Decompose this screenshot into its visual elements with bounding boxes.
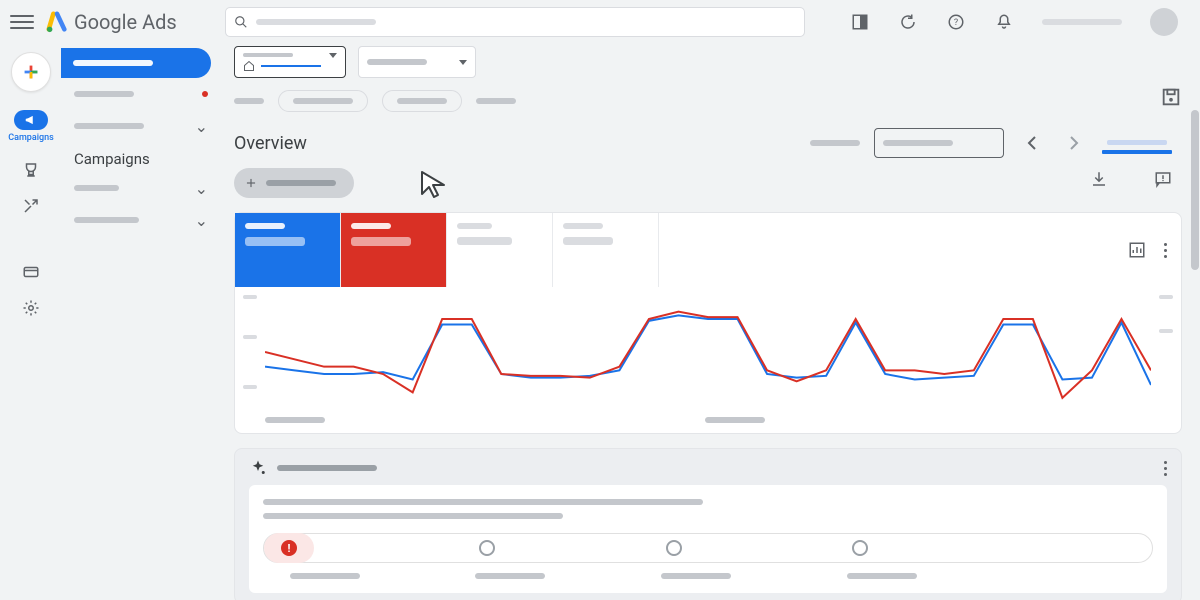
- hamburger-menu-icon[interactable]: [10, 15, 34, 29]
- feedback-icon[interactable]: [1154, 170, 1172, 188]
- main-content: Overview: [220, 44, 1200, 600]
- chip-label: [476, 98, 516, 104]
- filter-chips: [234, 90, 1200, 112]
- recommendation-text: [263, 499, 703, 505]
- subnav-item[interactable]: [62, 78, 220, 110]
- date-label: [810, 140, 860, 146]
- filter-chip[interactable]: [382, 90, 462, 112]
- step[interactable]: [477, 540, 497, 556]
- step-label: [290, 573, 360, 579]
- chip-label: [234, 98, 264, 104]
- chevron-down-icon: ⌄: [195, 117, 208, 136]
- date-range-selector[interactable]: [874, 128, 1004, 158]
- metric-tab-2[interactable]: [341, 213, 447, 287]
- subnav-item[interactable]: ⌄: [62, 110, 220, 142]
- metric-tab-4[interactable]: [553, 213, 659, 287]
- metric-tab-1[interactable]: [235, 213, 341, 287]
- more-menu-icon[interactable]: [1164, 243, 1167, 258]
- sparkle-icon: [249, 459, 267, 477]
- help-icon[interactable]: ?: [946, 12, 966, 32]
- step-label: [475, 573, 545, 579]
- chevron-down-icon: ⌄: [195, 211, 208, 230]
- progress-stepper: !: [263, 533, 1153, 563]
- chevron-down-icon: [459, 60, 467, 65]
- step[interactable]: [664, 540, 684, 556]
- recommendation-text: [263, 513, 563, 519]
- sub-nav: ⌄ Campaigns ⌄ ⌄: [62, 44, 220, 600]
- step[interactable]: [850, 540, 870, 556]
- tools-icon: [22, 197, 40, 215]
- date-prev-button[interactable]: [1018, 129, 1046, 157]
- add-filter-button[interactable]: [234, 168, 354, 198]
- search-icon: [234, 15, 248, 29]
- top-bar: Google Ads ?: [0, 0, 1200, 44]
- subnav-section-title: Campaigns: [62, 142, 220, 172]
- subnav-active-item[interactable]: [61, 48, 211, 78]
- save-icon[interactable]: [1160, 86, 1182, 108]
- card-icon: [22, 263, 40, 281]
- search-placeholder: [256, 19, 376, 25]
- brand-name: Google Ads: [74, 10, 177, 34]
- step-active[interactable]: !: [264, 533, 314, 563]
- rail-goals[interactable]: [22, 161, 40, 179]
- plus-icon: [244, 176, 258, 190]
- alert-icon: !: [281, 540, 297, 556]
- avatar[interactable]: [1150, 8, 1178, 36]
- scope-selector[interactable]: [358, 46, 476, 78]
- recommendation-card: !: [234, 448, 1182, 600]
- appearance-icon[interactable]: [850, 12, 870, 32]
- rail-campaigns-label: Campaigns: [8, 133, 54, 143]
- create-button[interactable]: [11, 52, 51, 92]
- search-input[interactable]: [225, 7, 805, 37]
- ads-logo-icon: [46, 11, 68, 33]
- scorecard: [234, 212, 1182, 434]
- product-logo[interactable]: Google Ads: [46, 10, 177, 34]
- scrollbar[interactable]: [1190, 44, 1200, 600]
- step-label: [661, 573, 731, 579]
- plus-icon: [20, 61, 42, 83]
- svg-text:?: ?: [954, 18, 958, 28]
- refresh-icon[interactable]: [898, 12, 918, 32]
- chevron-down-icon: ⌄: [195, 179, 208, 198]
- recommendation-title: [277, 465, 377, 471]
- account-label: [1042, 19, 1122, 25]
- rail-admin[interactable]: [22, 299, 40, 317]
- notifications-icon[interactable]: [994, 12, 1014, 32]
- more-menu-icon[interactable]: [1164, 461, 1167, 476]
- time-series-chart: [235, 287, 1181, 417]
- subnav-item[interactable]: ⌄: [62, 204, 220, 236]
- rail-tools[interactable]: [22, 197, 40, 215]
- trophy-icon: [22, 161, 40, 179]
- home-icon: [243, 60, 255, 72]
- step-label: [847, 573, 917, 579]
- top-right-actions: ?: [850, 8, 1190, 36]
- page-title: Overview: [234, 133, 307, 154]
- rail-campaigns[interactable]: Campaigns: [8, 110, 54, 143]
- account-selector[interactable]: [234, 46, 346, 78]
- chart-x-labels: [235, 417, 1181, 433]
- alert-dot-icon: [202, 91, 208, 97]
- gear-icon: [22, 299, 40, 317]
- filter-chip[interactable]: [278, 90, 368, 112]
- chevron-down-icon: [329, 53, 337, 58]
- date-next-button[interactable]: [1060, 129, 1088, 157]
- subnav-item[interactable]: ⌄: [62, 172, 220, 204]
- rail-billing[interactable]: [22, 263, 40, 281]
- download-icon[interactable]: [1090, 170, 1108, 188]
- compare-toggle[interactable]: [1102, 150, 1172, 154]
- nav-rail: Campaigns: [0, 44, 62, 600]
- chart-settings-icon[interactable]: [1128, 241, 1146, 259]
- metric-tab-3[interactable]: [447, 213, 553, 287]
- megaphone-icon: [14, 110, 48, 130]
